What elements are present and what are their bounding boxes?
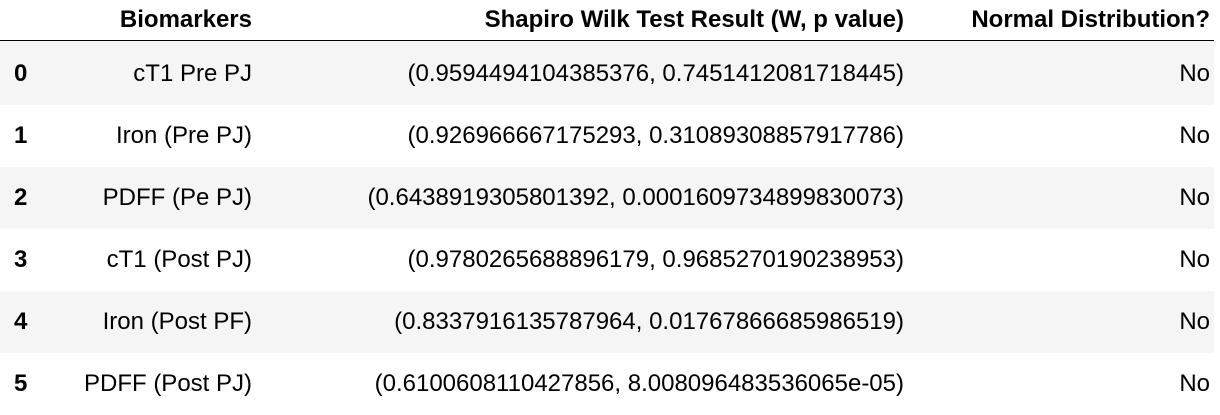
biomarker-cell: Iron (Post PF) xyxy=(50,291,256,353)
row-index: 1 xyxy=(0,105,50,167)
shapiro-result-cell: (0.9594494104385376, 0.7451412081718445) xyxy=(256,41,908,106)
row-index: 0 xyxy=(0,41,50,106)
normal-distribution-cell: No xyxy=(908,353,1214,415)
normal-distribution-cell: No xyxy=(908,41,1214,106)
header-row: Biomarkers Shapiro Wilk Test Result (W, … xyxy=(0,0,1214,41)
table-row: 3 cT1 (Post PJ) (0.9780265688896179, 0.9… xyxy=(0,229,1214,291)
row-index: 3 xyxy=(0,229,50,291)
biomarker-cell: cT1 Pre PJ xyxy=(50,41,256,106)
row-index: 2 xyxy=(0,167,50,229)
biomarker-cell: Iron (Pre PJ) xyxy=(50,105,256,167)
biomarker-cell: PDFF (Pe PJ) xyxy=(50,167,256,229)
table-row: 5 PDFF (Post PJ) (0.6100608110427856, 8.… xyxy=(0,353,1214,415)
normal-distribution-cell: No xyxy=(908,167,1214,229)
biomarkers-column-header: Biomarkers xyxy=(50,0,256,41)
normal-distribution-cell: No xyxy=(908,291,1214,353)
table-row: 1 Iron (Pre PJ) (0.926966667175293, 0.31… xyxy=(0,105,1214,167)
table-row: 0 cT1 Pre PJ (0.9594494104385376, 0.7451… xyxy=(0,41,1214,106)
biomarker-cell: cT1 (Post PJ) xyxy=(50,229,256,291)
normal-distribution-cell: No xyxy=(908,229,1214,291)
shapiro-result-cell: (0.8337916135787964, 0.01767866685986519… xyxy=(256,291,908,353)
shapiro-result-cell: (0.6438919305801392, 0.00016097348998300… xyxy=(256,167,908,229)
shapiro-result-cell: (0.6100608110427856, 8.008096483536065e-… xyxy=(256,353,908,415)
table-row: 4 Iron (Post PF) (0.8337916135787964, 0.… xyxy=(0,291,1214,353)
biomarker-cell: PDFF (Post PJ) xyxy=(50,353,256,415)
row-index: 4 xyxy=(0,291,50,353)
dataframe-table: Biomarkers Shapiro Wilk Test Result (W, … xyxy=(0,0,1214,415)
shapiro-wilk-column-header: Shapiro Wilk Test Result (W, p value) xyxy=(256,0,908,41)
index-column-header xyxy=(0,0,50,41)
table-body: 0 cT1 Pre PJ (0.9594494104385376, 0.7451… xyxy=(0,41,1214,415)
normal-distribution-column-header: Normal Distribution? xyxy=(908,0,1214,41)
table-row: 2 PDFF (Pe PJ) (0.6438919305801392, 0.00… xyxy=(0,167,1214,229)
row-index: 5 xyxy=(0,353,50,415)
table-header: Biomarkers Shapiro Wilk Test Result (W, … xyxy=(0,0,1214,41)
normal-distribution-cell: No xyxy=(908,105,1214,167)
shapiro-result-cell: (0.926966667175293, 0.31089308857917786) xyxy=(256,105,908,167)
shapiro-result-cell: (0.9780265688896179, 0.9685270190238953) xyxy=(256,229,908,291)
